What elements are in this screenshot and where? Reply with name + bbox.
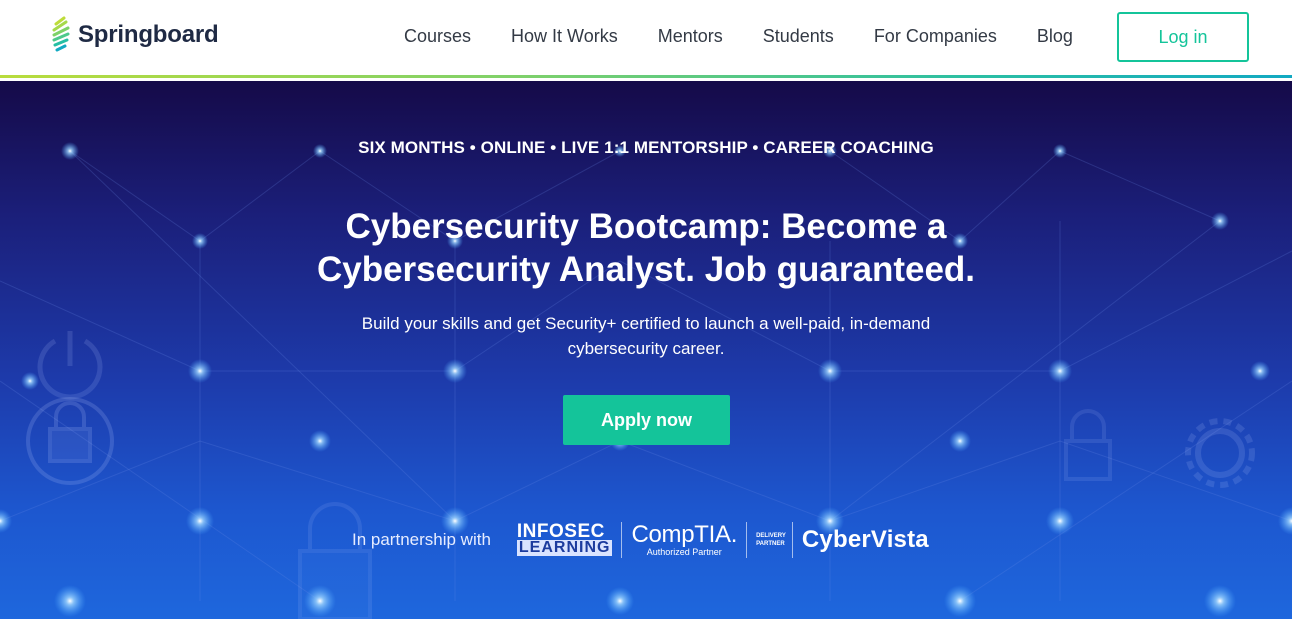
logo-text: Springboard	[78, 21, 219, 48]
apply-now-button[interactable]: Apply now	[563, 395, 730, 445]
subtext-line-2: cybersecurity career.	[567, 339, 725, 358]
site-header: Springboard Courses How It Works Mentors…	[0, 0, 1292, 78]
login-button[interactable]: Log in	[1117, 12, 1249, 62]
headline-line-2: Cybersecurity Analyst. Job guaranteed.	[316, 250, 976, 289]
partnership-label: In partnership with	[352, 530, 491, 549]
infosec-learning-logo: INFOSEC LEARNING	[516, 521, 613, 556]
gear-icon	[1185, 418, 1255, 488]
partner-divider	[621, 522, 623, 558]
subtext-line-1: Build your skills and get Security+ cert…	[361, 314, 931, 333]
cybervista-logo: CyberVista	[801, 526, 929, 553]
partner-logos: In partnership with INFOSEC LEARNING Com…	[352, 519, 929, 561]
nav-how-it-works[interactable]: How It Works	[491, 24, 638, 49]
delivery-partner-label: DELIVERY PARTNER	[756, 533, 786, 547]
power-icon	[37, 331, 103, 400]
nav-courses[interactable]: Courses	[384, 24, 491, 49]
main-nav: Courses How It Works Mentors Students Fo…	[384, 24, 1093, 49]
page-title: Cybersecurity Bootcamp: Become a Cyberse…	[296, 205, 996, 291]
hero-section: SIX MONTHS • ONLINE • LIVE 1:1 MENTORSHI…	[0, 81, 1292, 619]
nav-students[interactable]: Students	[743, 24, 854, 49]
partner-divider	[791, 522, 793, 558]
nav-mentors[interactable]: Mentors	[638, 24, 743, 49]
springboard-logo[interactable]: Springboard	[50, 16, 219, 54]
hero-eyebrow: SIX MONTHS • ONLINE • LIVE 1:1 MENTORSHI…	[358, 138, 934, 157]
headline-line-1: Cybersecurity Bootcamp: Become a	[345, 207, 947, 246]
hero-subtext: Build your skills and get Security+ cert…	[326, 311, 966, 361]
nav-blog[interactable]: Blog	[1017, 24, 1093, 49]
springboard-logo-icon	[52, 16, 70, 52]
partner-divider	[746, 522, 748, 558]
comptia-logo: CompTIA. Authorized Partner	[631, 520, 738, 557]
lock-icon	[26, 397, 114, 485]
nav-for-companies[interactable]: For Companies	[854, 24, 1017, 49]
